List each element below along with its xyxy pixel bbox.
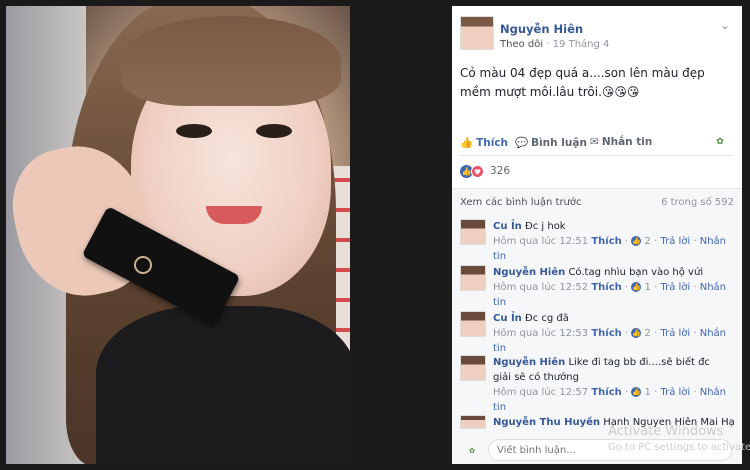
comment-icon: 💬 (515, 137, 529, 149)
reaction-summary[interactable]: 👍 ♥ 326 (460, 164, 734, 180)
post-panel: Nguyễn Hiên Theo dõi · 19 Tháng 4 ⌄ Cỏ m… (452, 6, 742, 464)
thumbs-up-icon: 👍 (631, 328, 642, 338)
post-meta: Theo dõi · 19 Tháng 4 (500, 39, 609, 50)
comment-like-count: 2 (644, 328, 651, 339)
comment-like-count: 2 (644, 236, 651, 247)
comment-author[interactable]: Cu Ỉn (493, 313, 522, 324)
page-avatar: ✿ (469, 447, 475, 455)
view-previous-comments-link[interactable]: Xem các bình luận trước (460, 197, 582, 208)
photo-bangs (121, 16, 341, 106)
comment-text: Có.tag nhìu bạn vào hộ vứi (568, 267, 704, 278)
comment-like-button[interactable]: Thích (591, 236, 621, 247)
comment-reply-button[interactable]: Trả lời (660, 282, 690, 293)
love-reaction-icon: ♥ (471, 165, 484, 178)
comment-like-button[interactable]: Thích (591, 282, 621, 293)
author-name[interactable]: Nguyễn Hiên (500, 22, 583, 36)
photo-shirt (96, 306, 350, 464)
reaction-count: 326 (490, 165, 511, 177)
action-bar: 👍 Thích 💬 Bình luận ✉ Nhắn tin ✿ (460, 132, 734, 156)
activate-windows-title: Activate Windows (608, 424, 724, 439)
comment-meta: Hôm qua lúc 12:51 Thích · 👍 2 · Trả lời … (493, 236, 727, 262)
comment-author[interactable]: Nguyễn Hiên (493, 267, 565, 278)
comment-text: Đc cg đã (524, 313, 569, 324)
comment-body: Cu Ỉn Đc cg đã Hôm qua lúc 12:53 Thích ·… (493, 311, 731, 356)
thumbs-up-icon: 👍 (631, 236, 642, 246)
comment-meta: Hôm qua lúc 12:53 Thích · 👍 2 · Trả lời … (493, 328, 727, 354)
comment-like-count: 1 (644, 387, 651, 398)
comment-reply-button[interactable]: Trả lời (660, 328, 690, 339)
comment-author[interactable]: Nguyễn Thu Huyền (493, 417, 600, 428)
commenter-avatar[interactable] (460, 355, 486, 381)
commenter-avatar[interactable] (460, 219, 486, 245)
comment-time[interactable]: Hôm qua lúc 12:57 (493, 387, 588, 398)
comment-count: 6 trong số 592 (661, 197, 734, 208)
comment-time[interactable]: Hôm qua lúc 12:52 (493, 282, 588, 293)
thumbs-up-icon: 👍 (460, 137, 474, 149)
meta-separator: · (543, 39, 553, 50)
comment-like-button[interactable]: Thích (591, 328, 621, 339)
comments-area: Xem các bình luận trước 6 trong số 592 C… (452, 188, 742, 464)
chevron-down-icon[interactable]: ⌄ (720, 18, 730, 32)
comment-reply-button[interactable]: Trả lời (660, 387, 690, 398)
like-button[interactable]: 👍 Thích (460, 136, 508, 149)
comment-meta: Hôm qua lúc 12:52 Thích · 👍 1 · Trả lời … (493, 282, 727, 308)
photo-eye-right (256, 124, 292, 138)
activate-windows-subtitle: Go to PC settings to activate (608, 442, 750, 453)
comment-author[interactable]: Cu Ỉn (493, 221, 522, 232)
post-header: Nguyễn Hiên Theo dõi · 19 Tháng 4 ⌄ (460, 16, 734, 60)
commenter-avatar[interactable] (460, 311, 486, 337)
thumbs-up-icon: 👍 (631, 282, 642, 292)
post-date[interactable]: 19 Tháng 4 (553, 39, 610, 50)
lipstick-logo-icon (134, 256, 152, 274)
comment-time[interactable]: Hôm qua lúc 12:51 (493, 236, 588, 247)
comment-author[interactable]: Nguyễn Hiên (493, 357, 565, 368)
comment-meta: Hôm qua lúc 12:57 Thích · 👍 1 · Trả lời … (493, 387, 727, 413)
author-avatar[interactable] (460, 16, 494, 50)
comment-like-count: 1 (644, 282, 651, 293)
photo-eye-left (176, 124, 212, 138)
comment-reply-button[interactable]: Trả lời (660, 236, 690, 247)
comment-text: Đc j hok (524, 221, 566, 232)
comment-label: Bình luận (531, 137, 587, 149)
follow-link[interactable]: Theo dõi (500, 39, 543, 50)
message-button[interactable]: ✉ Nhắn tin (590, 136, 652, 148)
comment-body: Nguyễn Hiên Like đi tag bb đi....sẽ biết… (493, 355, 731, 415)
commenter-avatar[interactable] (460, 265, 486, 291)
messenger-icon: ✉ (590, 136, 599, 148)
comment-body: Cu Ỉn Đc j hok Hôm qua lúc 12:51 Thích ·… (493, 219, 731, 264)
comment-like-button[interactable]: Thích (591, 387, 621, 398)
comment-time[interactable]: Hôm qua lúc 12:53 (493, 328, 588, 339)
page-brand-icon[interactable]: ✿ (712, 135, 728, 149)
like-label: Thích (476, 137, 509, 149)
post-text: Cỏ màu 04 đẹp quá a....son lên màu đẹp m… (460, 66, 705, 99)
commenter-avatar[interactable] (460, 415, 486, 429)
message-label: Nhắn tin (601, 136, 653, 148)
thumbs-up-icon: 👍 (631, 387, 642, 397)
post-photo[interactable] (6, 6, 350, 464)
comment-body: Nguyễn Hiên Có.tag nhìu bạn vào hộ vứi H… (493, 265, 731, 310)
